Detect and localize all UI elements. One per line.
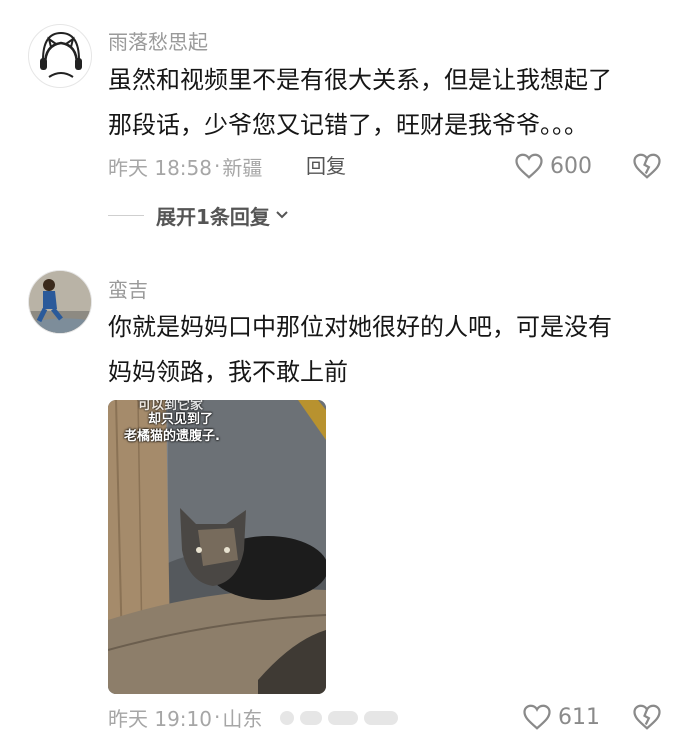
comment-meta: 昨天 18:58 · 新疆	[108, 151, 262, 181]
like-button[interactable]: 611	[522, 702, 600, 732]
avatar[interactable]	[28, 24, 92, 88]
divider-line	[108, 214, 144, 216]
obscured-reply-area	[280, 708, 400, 728]
comment-text-line: 妈妈领路，我不敢上前	[108, 358, 348, 386]
comment-image[interactable]: 可以到它家 却只见到了 老橘猫的遗腹子.	[108, 400, 326, 694]
reply-button[interactable]: 回复	[306, 151, 346, 181]
heart-icon	[523, 704, 551, 730]
like-button[interactable]: 600	[514, 151, 592, 181]
broken-heart-icon[interactable]	[632, 703, 662, 731]
like-count: 600	[550, 153, 592, 179]
expand-replies-label: 展开1条回复	[156, 204, 270, 229]
heart-icon	[515, 153, 543, 179]
broken-heart-icon[interactable]	[632, 152, 662, 180]
comment-time: 昨天 19:10	[108, 706, 212, 731]
comment-username[interactable]: 雨落愁思起	[108, 26, 208, 55]
avatar[interactable]	[28, 270, 92, 334]
image-caption-line: 老橘猫的遗腹子.	[124, 429, 220, 444]
expand-replies-button[interactable]: 展开1条回复	[108, 200, 290, 230]
chevron-down-icon	[276, 211, 288, 219]
meta-separator: ·	[214, 705, 221, 729]
comment-time: 昨天 18:58	[108, 155, 212, 180]
comment-text-line: 你就是妈妈口中那位对她很好的人吧，可是没有	[108, 313, 612, 341]
meta-separator: ·	[214, 154, 221, 178]
comment-location: 山东	[222, 706, 263, 731]
comment-location: 新疆	[222, 155, 263, 180]
like-count: 611	[558, 704, 600, 730]
comment-username[interactable]: 蛮吉	[108, 274, 148, 303]
comment-meta: 昨天 19:10 · 山东	[108, 702, 262, 732]
comment-text: 虽然和视频里不是有很大关系，但是让我想起了 那段话，少爷您又记错了，旺财是我爷爷…	[108, 58, 668, 148]
cat-photo	[108, 400, 326, 694]
comment-text: 你就是妈妈口中那位对她很好的人吧，可是没有 妈妈领路，我不敢上前	[108, 305, 668, 395]
comment-text-line: 那段话，少爷您又记错了，旺财是我爷爷。。。	[108, 111, 588, 139]
comment-text-line: 虽然和视频里不是有很大关系，但是让我想起了	[108, 66, 612, 94]
